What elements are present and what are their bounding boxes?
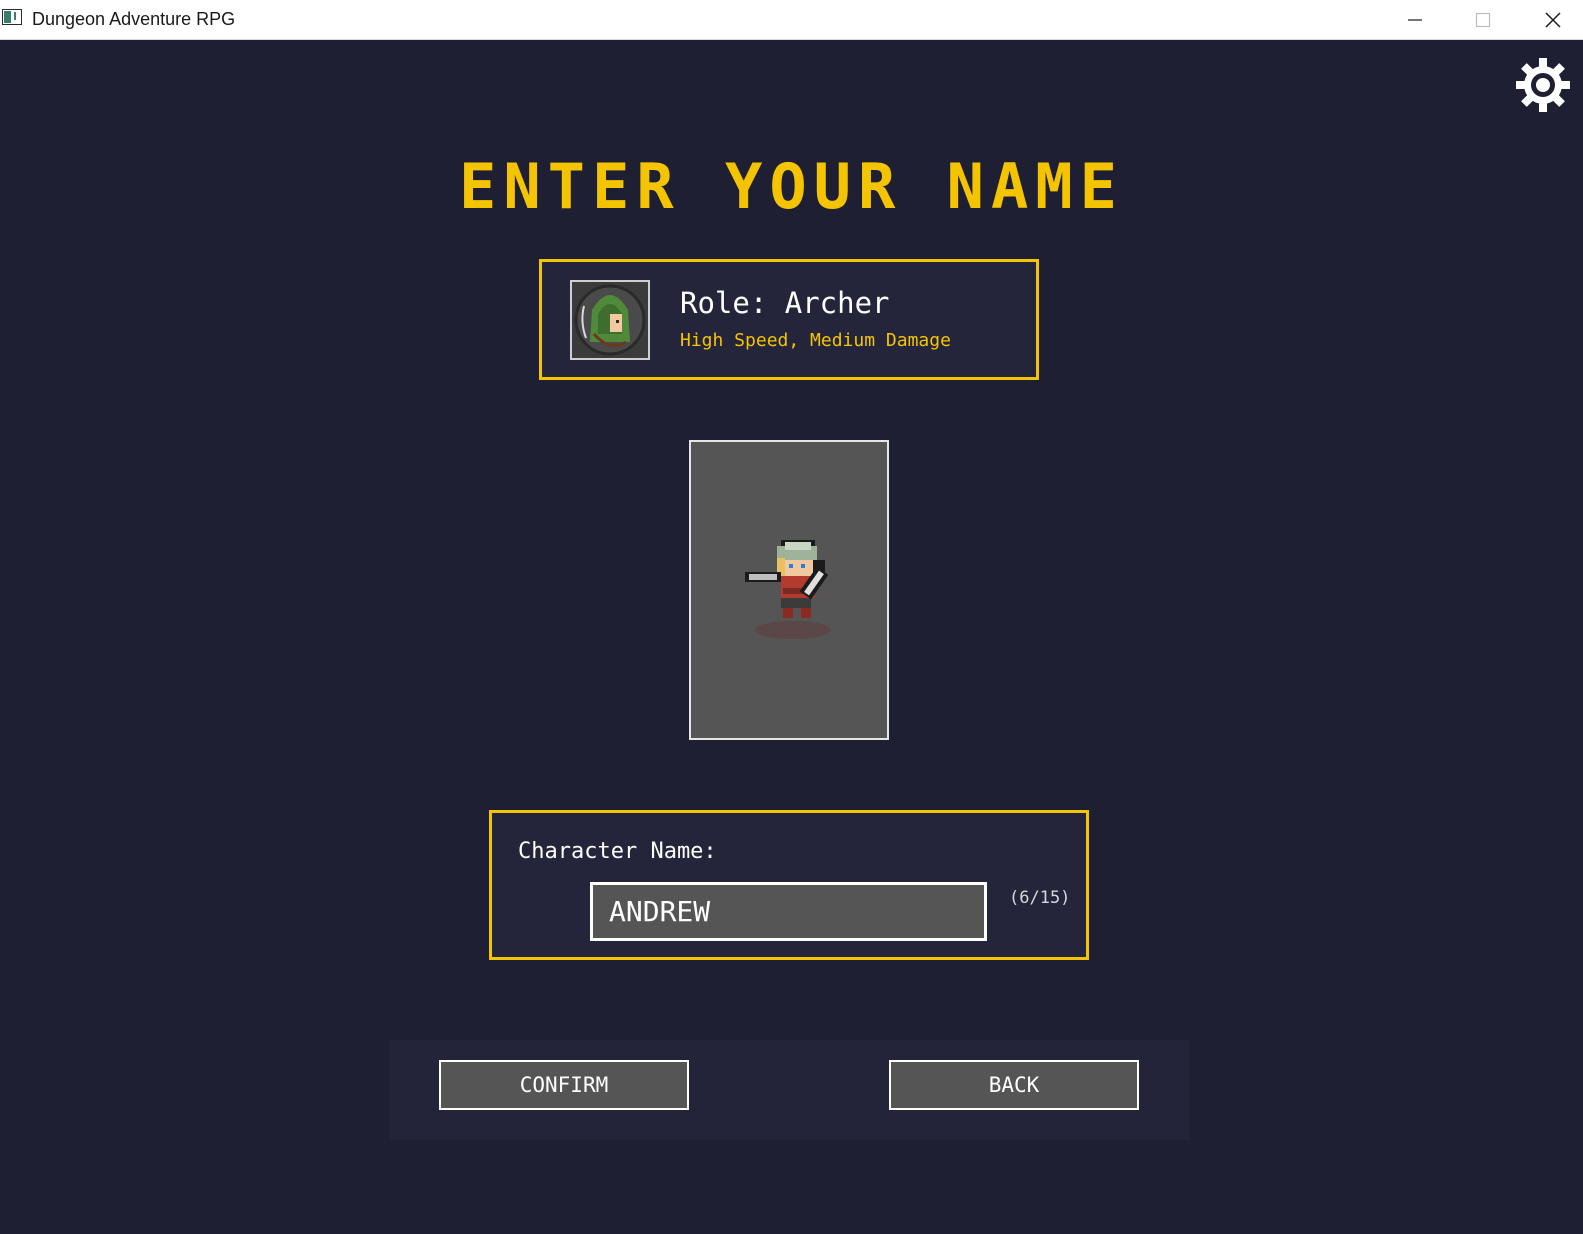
name-entry-panel: Character Name: (6/15) [489,810,1089,960]
archer-sprite-icon [745,540,831,639]
character-count: (6/15) [1009,888,1071,908]
character-name-input[interactable] [590,882,987,941]
minimize-icon [1408,19,1422,21]
window-titlebar: Dungeon Adventure RPG [0,0,1583,40]
maximize-button[interactable] [1460,0,1506,40]
close-icon [1545,12,1561,28]
archer-portrait-icon [574,284,646,356]
back-button[interactable]: BACK [889,1060,1139,1110]
role-description: High Speed, Medium Damage [680,330,951,351]
character-preview [689,440,889,740]
role-card: Role: Archer High Speed, Medium Damage [539,259,1039,380]
page-title: ENTER YOUR NAME [459,150,1124,223]
character-name-label: Character Name: [518,839,717,864]
window-title: Dungeon Adventure RPG [32,9,236,29]
archer-portrait [570,280,650,360]
role-title: Role: Archer [680,286,890,320]
close-button[interactable] [1530,0,1576,40]
maximize-icon [1475,12,1491,28]
gear-icon[interactable] [1516,58,1570,112]
confirm-button[interactable]: CONFIRM [439,1060,689,1110]
minimize-button[interactable] [1392,0,1438,40]
button-bar: CONFIRM BACK [389,1040,1189,1140]
app-icon [2,9,22,25]
